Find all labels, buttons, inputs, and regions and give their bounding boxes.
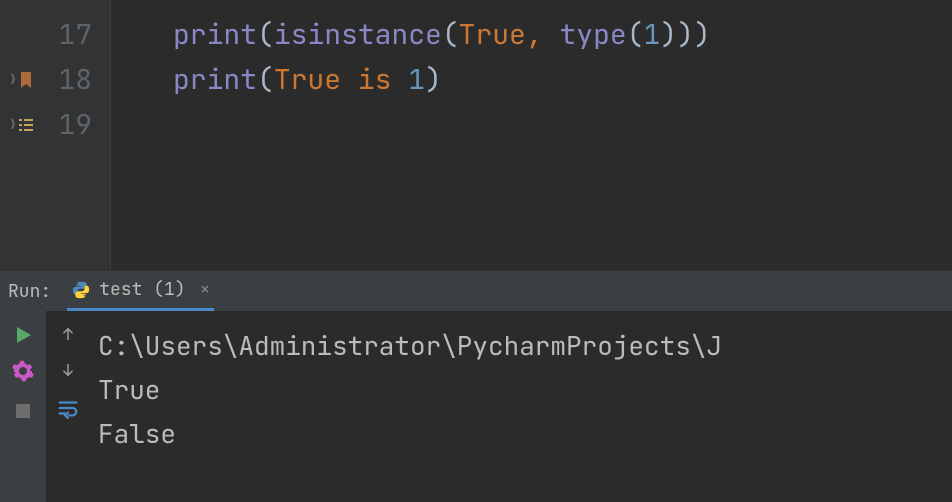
run-body: C:\Users\Administrator\PycharmProjects\J… bbox=[0, 311, 952, 502]
code-line[interactable]: print(isinstance(True, type(1))) bbox=[173, 12, 952, 57]
code-line[interactable]: print(True is 1) bbox=[173, 57, 952, 102]
stop-icon[interactable] bbox=[11, 399, 35, 423]
output-line: True bbox=[98, 367, 952, 411]
line-number-gutter: 17 18 19 bbox=[42, 0, 110, 270]
gutter-row[interactable]: ❯ bbox=[0, 57, 42, 102]
run-toolbar bbox=[0, 311, 46, 502]
output-line: C:\Users\Administrator\PycharmProjects\J bbox=[98, 323, 952, 367]
line-number: 19 bbox=[42, 102, 110, 147]
output-line: False bbox=[98, 411, 952, 455]
arrow-down-icon[interactable] bbox=[59, 361, 77, 379]
line-number: 17 bbox=[42, 12, 110, 57]
close-icon[interactable]: × bbox=[200, 278, 211, 301]
arrow-up-icon[interactable] bbox=[59, 325, 77, 343]
gear-icon[interactable] bbox=[11, 359, 35, 383]
chevron-right-icon[interactable]: ❯ bbox=[9, 71, 17, 89]
code-line[interactable] bbox=[173, 102, 952, 147]
play-icon[interactable] bbox=[11, 323, 35, 347]
run-panel-header: Run: test (1) × bbox=[0, 271, 952, 311]
output-toolbar bbox=[46, 311, 90, 502]
run-tab[interactable]: test (1) × bbox=[67, 271, 214, 311]
code-area[interactable]: print(isinstance(True, type(1))) print(T… bbox=[110, 0, 952, 270]
editor-area: ❯ ❯ 17 18 19 print(isinstance(True, type… bbox=[0, 0, 952, 270]
wrap-icon[interactable] bbox=[57, 397, 79, 419]
gutter-row[interactable]: ❯ bbox=[0, 102, 42, 147]
list-icon bbox=[19, 118, 33, 132]
console-output[interactable]: C:\Users\Administrator\PycharmProjects\J… bbox=[90, 311, 952, 502]
fold-gutter: ❯ ❯ bbox=[0, 0, 42, 270]
run-tab-title: test (1) bbox=[99, 278, 185, 301]
bookmark-icon bbox=[19, 72, 33, 88]
chevron-right-icon[interactable]: ❯ bbox=[9, 116, 17, 134]
run-panel: Run: test (1) × C:\Users\Administrator\P… bbox=[0, 270, 952, 502]
python-icon bbox=[71, 280, 91, 300]
line-number: 18 bbox=[42, 57, 110, 102]
gutter-row bbox=[0, 12, 42, 57]
run-label: Run: bbox=[8, 280, 51, 303]
